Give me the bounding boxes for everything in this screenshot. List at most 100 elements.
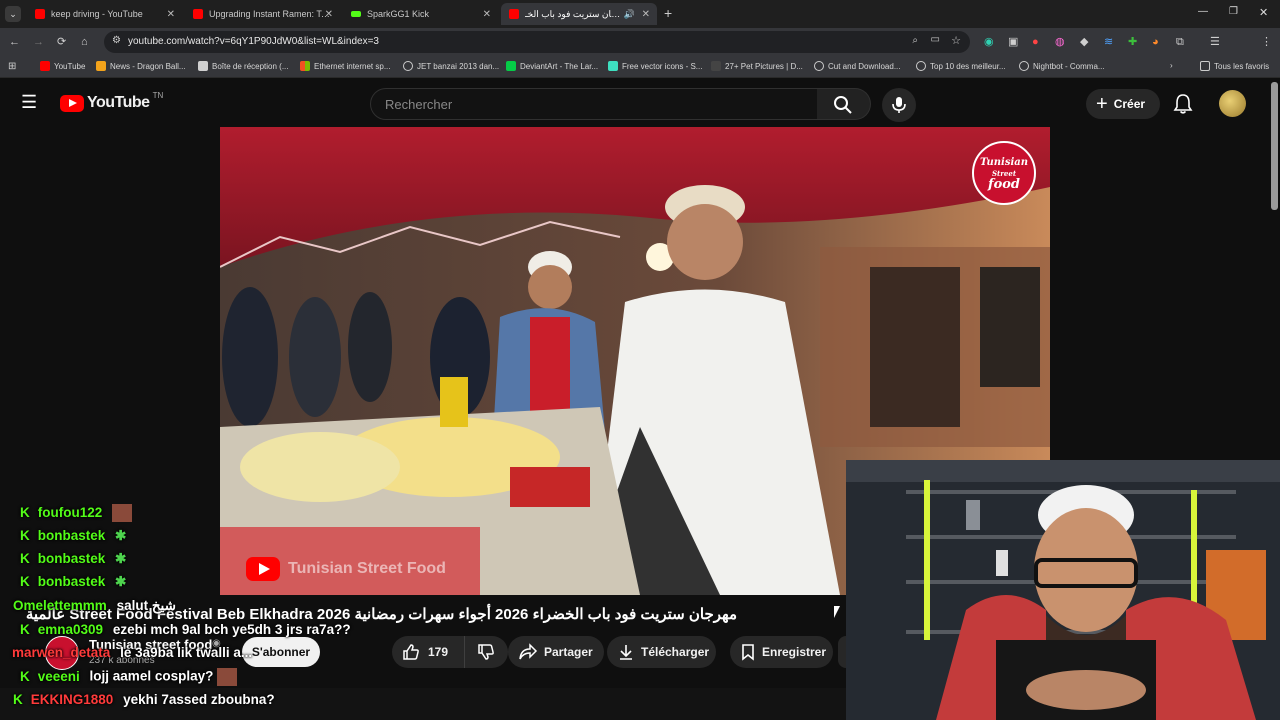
save-button[interactable]: Enregistrer: [730, 636, 833, 668]
bookmark-item[interactable]: News - Dragon Ball...: [96, 61, 186, 71]
browser-tab[interactable]: keep driving - YouTube ✕: [27, 3, 182, 25]
share-button[interactable]: Partager: [508, 636, 604, 668]
extension-icon[interactable]: ◆: [1080, 35, 1088, 49]
close-tab-icon[interactable]: ✕: [483, 9, 491, 20]
extension-icon[interactable]: ◍: [1055, 35, 1065, 49]
bookmark-label: JET banzai 2013 dan...: [417, 61, 500, 71]
browser-tab-active[interactable]: مهرجان ستريت فود باب الخـ 🔊 ✕: [501, 3, 657, 25]
chat-username: bonbastek: [37, 551, 106, 566]
chat-username: bonbastek: [37, 574, 106, 589]
bookmark-label: Free vector icons - S...: [622, 61, 703, 71]
extension-icon[interactable]: ◉: [984, 35, 994, 49]
kick-logo-icon: K: [20, 528, 30, 543]
notifications-bell-icon[interactable]: [1173, 93, 1193, 115]
close-tab-icon[interactable]: ✕: [325, 9, 333, 20]
subscribe-button[interactable]: S'abonner: [242, 637, 320, 667]
close-window-icon[interactable]: ✕: [1259, 6, 1268, 19]
close-tab-icon[interactable]: ✕: [642, 9, 650, 20]
extensions-puzzle-icon[interactable]: ⧉: [1176, 35, 1184, 49]
search-input[interactable]: Rechercher: [370, 88, 818, 120]
address-bar[interactable]: ⚙ youtube.com/watch?v=6qY1P90JdW0&list=W…: [104, 31, 970, 53]
chat-message: Kbonbastek ✱: [20, 574, 126, 590]
restore-window-icon[interactable]: ❐: [1229, 6, 1238, 17]
chat-message: Kbonbastek ✱: [20, 528, 126, 544]
install-app-icon[interactable]: ▭: [931, 34, 940, 45]
chat-text: ezebi mch 9al bch ye5dh 3 jrs ra7a??: [112, 622, 351, 637]
chat-message: marwen_detata le 3a9ba lik twalli a...: [12, 645, 252, 660]
reload-icon[interactable]: ⟳: [57, 35, 66, 49]
audio-playing-icon[interactable]: 🔊: [624, 9, 635, 20]
apps-grid-icon[interactable]: ⊞: [8, 60, 16, 74]
bookmark-label: DeviantArt - The Lar...: [520, 61, 599, 71]
extension-icon[interactable]: ●: [1032, 35, 1039, 49]
hamburger-menu-icon[interactable]: ☰: [21, 92, 37, 113]
kick-logo-icon: K: [20, 622, 30, 637]
browser-tab[interactable]: Upgrading Instant Ramen: Tom ✕: [185, 3, 340, 25]
youtube-favicon-icon: [193, 9, 203, 19]
badge-line: food: [987, 176, 1021, 192]
bookmark-item[interactable]: DeviantArt - The Lar...: [506, 61, 598, 71]
home-icon[interactable]: ⌂: [81, 35, 88, 49]
bookmark-item[interactable]: Cut and Download...: [814, 61, 901, 71]
thumbs-up-icon: [403, 644, 419, 660]
search-button[interactable]: [817, 88, 871, 120]
bookmark-item[interactable]: Boîte de réception (...: [198, 61, 289, 71]
reading-list-icon[interactable]: ☰: [1210, 35, 1220, 49]
bookmark-item[interactable]: Free vector icons - S...: [608, 61, 702, 71]
browser-toolbar: ← → ⟳ ⌂ ⚙ youtube.com/watch?v=6qY1P90JdW…: [0, 28, 1280, 77]
create-label: Créer: [1113, 97, 1146, 111]
close-tab-icon[interactable]: ✕: [167, 9, 175, 20]
back-icon[interactable]: ←: [9, 35, 20, 49]
badge-line: Tunisian: [979, 156, 1029, 168]
globe-icon: [1019, 61, 1029, 71]
minimize-window-icon[interactable]: —: [1198, 6, 1208, 17]
tab-list-menu-button[interactable]: ⌄: [5, 6, 21, 22]
account-avatar[interactable]: [1219, 90, 1246, 117]
chat-message: Omelettemmm salut شيخ: [13, 598, 176, 614]
extension-icon[interactable]: ≋: [1104, 35, 1113, 49]
kick-logo-icon: K: [13, 692, 23, 707]
bookmark-item[interactable]: 27+ Pet Pictures | D...: [711, 61, 803, 71]
bookmark-item[interactable]: Top 10 des meilleur...: [916, 61, 1006, 71]
more-actions-button[interactable]: [838, 636, 846, 668]
like-button[interactable]: 179: [392, 636, 464, 668]
chat-message: Kemna0309 ezebi mch 9al bch ye5dh 3 jrs …: [20, 622, 351, 637]
bookmark-item[interactable]: Ethernet internet sp...: [300, 61, 391, 71]
site-info-icon[interactable]: ⚙: [112, 35, 121, 46]
chat-username: bonbastek: [37, 528, 106, 543]
globe-icon: [916, 61, 926, 71]
extension-icon[interactable]: ◕: [1152, 35, 1159, 49]
zoom-icon[interactable]: ⌕: [912, 35, 918, 46]
youtube-icon: [40, 61, 50, 71]
browser-tab[interactable]: SparkGG1 Kick ✕: [343, 3, 498, 25]
dislike-button[interactable]: [464, 636, 508, 668]
youtube-header: ☰ YouTube TN Rechercher + Créer: [0, 79, 1280, 127]
extension-icon[interactable]: ✚: [1128, 35, 1137, 49]
like-count: 179: [428, 645, 449, 659]
forward-icon[interactable]: →: [33, 35, 44, 49]
page-scrollbar[interactable]: [1271, 82, 1278, 210]
bookmarks-bar: ⊞ YouTube News - Dragon Ball... Boîte de…: [0, 56, 1280, 78]
bookmark-label: Nightbot - Comma...: [1033, 61, 1105, 71]
kick-logo-icon: K: [20, 551, 30, 566]
url-text: youtube.com/watch?v=6qY1P90JdW0&list=WL&…: [128, 36, 379, 47]
download-button[interactable]: Télécharger: [607, 636, 716, 668]
bookmark-item[interactable]: JET banzai 2013 dan...: [403, 61, 499, 71]
voice-search-button[interactable]: [882, 88, 916, 122]
youtube-logo[interactable]: YouTube TN: [60, 91, 163, 112]
browser-menu-icon[interactable]: ⋮: [1261, 35, 1272, 49]
chat-username: Omelettemmm: [13, 598, 107, 613]
bookmark-item[interactable]: Nightbot - Comma...: [1019, 61, 1105, 71]
youtube-play-logo-icon: [60, 94, 84, 112]
tab-title: SparkGG1 Kick: [367, 9, 430, 19]
more-bookmarks-icon[interactable]: ›: [1170, 61, 1173, 70]
chat-username: EKKING1880: [30, 692, 114, 707]
youtube-logo-text: YouTube: [87, 94, 150, 111]
extension-icon[interactable]: ▣: [1008, 35, 1018, 49]
create-button[interactable]: + Créer: [1086, 89, 1160, 119]
new-tab-button[interactable]: +: [664, 5, 672, 21]
bookmark-star-icon[interactable]: ☆: [951, 34, 961, 47]
all-bookmarks-folder[interactable]: Tous les favoris: [1200, 61, 1269, 71]
chat-username: emna0309: [37, 622, 104, 637]
bookmark-item[interactable]: YouTube: [40, 61, 85, 71]
